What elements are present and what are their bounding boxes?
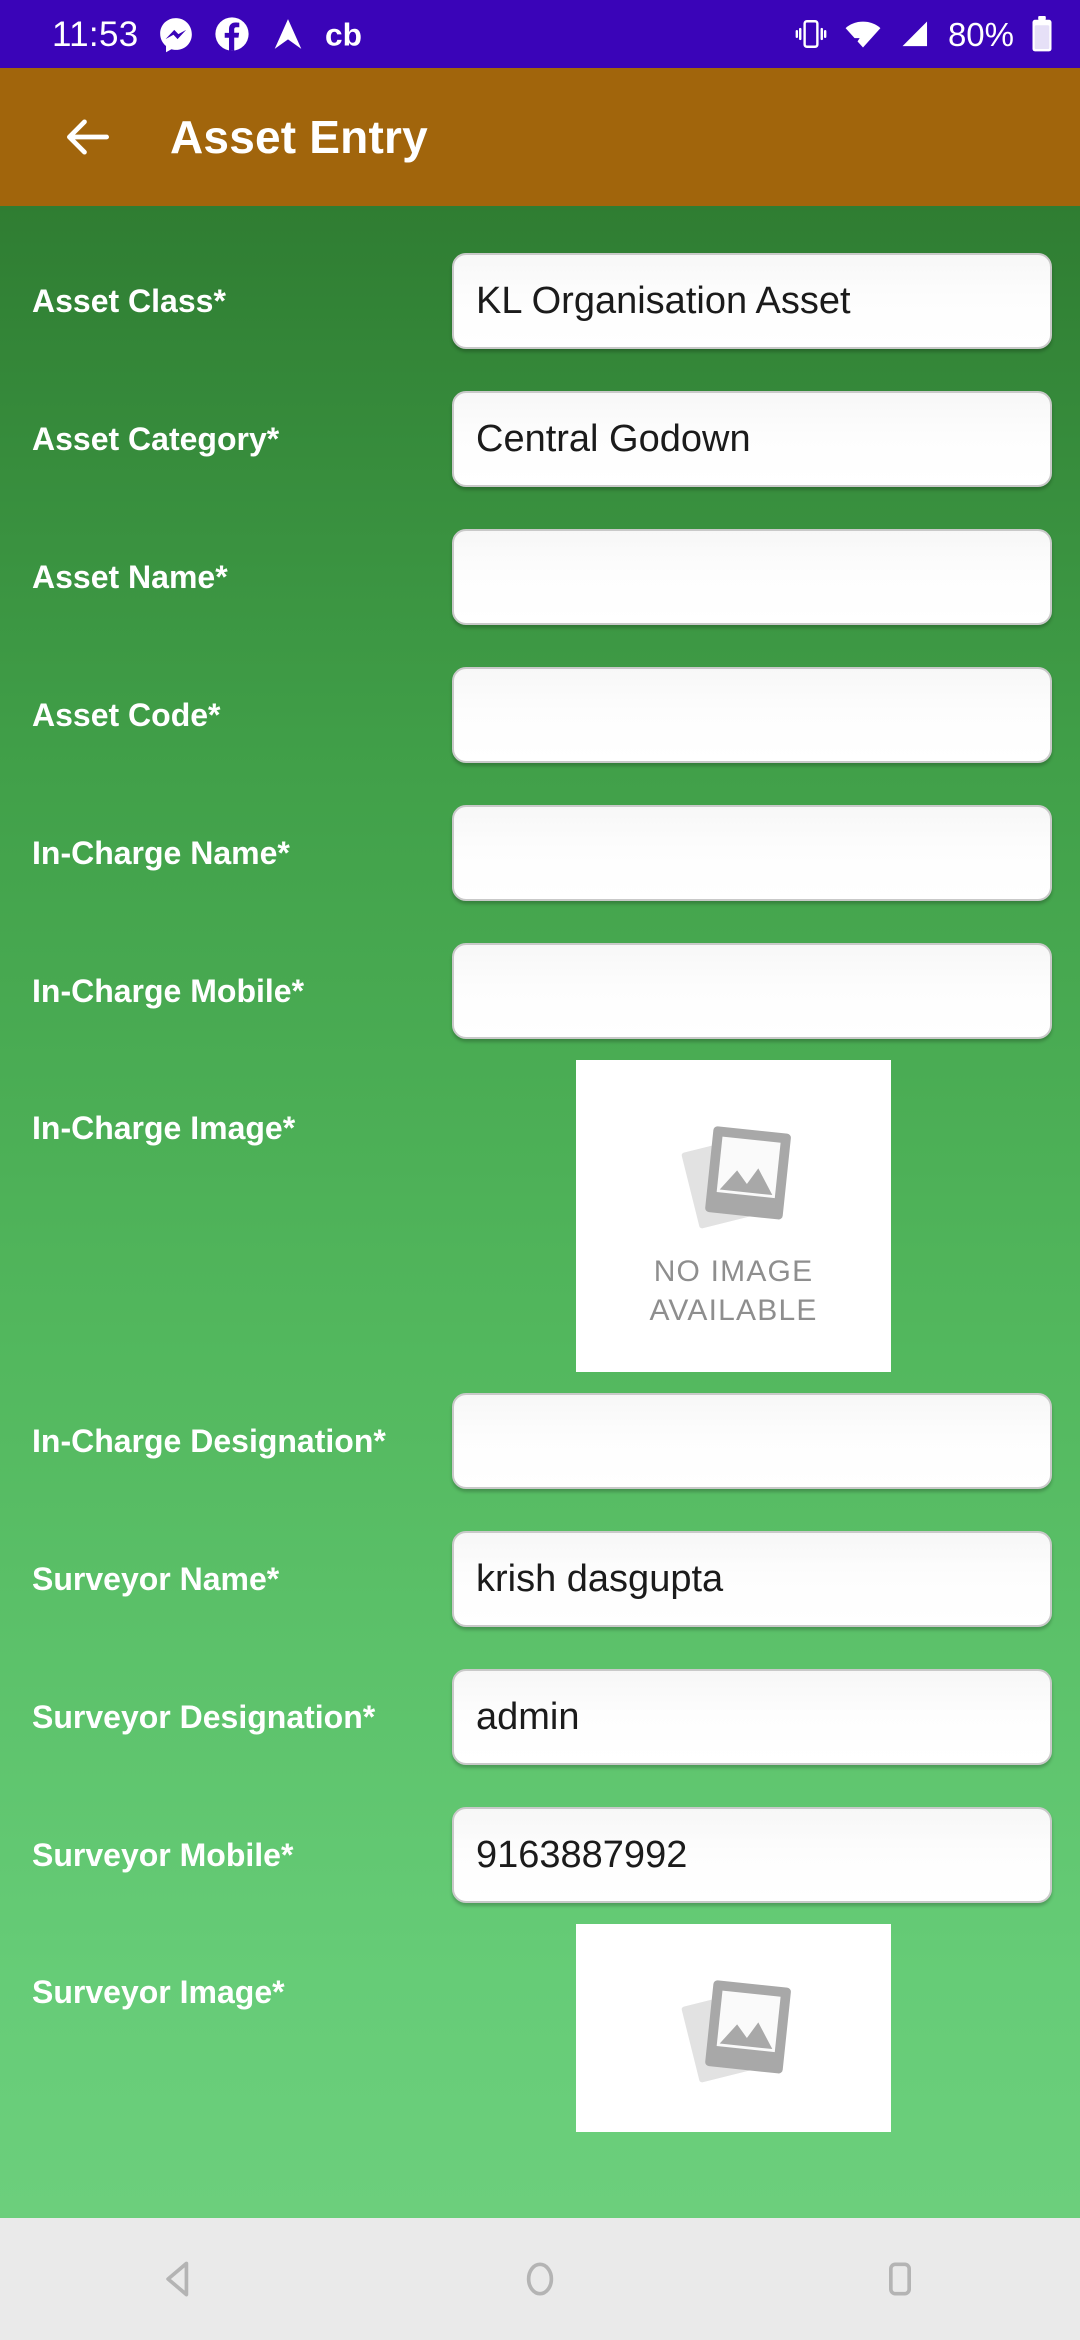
input-surveyor-designation[interactable]: admin xyxy=(452,1669,1052,1765)
field-row-asset-name: Asset Name* xyxy=(0,508,1080,646)
incharge-image-picker[interactable]: NO IMAGE AVAILABLE xyxy=(576,1060,891,1372)
back-triangle-icon xyxy=(166,2261,189,2297)
field-row-incharge-designation: In-Charge Designation* xyxy=(0,1372,1080,1510)
field-row-asset-category: Asset Category* Central Godown xyxy=(0,370,1080,508)
no-image-placeholder-icon xyxy=(681,1126,791,1229)
input-asset-name[interactable] xyxy=(452,529,1052,625)
label-incharge-designation: In-Charge Designation* xyxy=(32,1423,386,1459)
status-clock: 11:53 xyxy=(52,14,139,54)
status-bar: 11:53 cb 80% xyxy=(0,0,1080,68)
incharge-image-holder: NO IMAGE AVAILABLE xyxy=(452,1060,1052,1372)
svg-text:cb: cb xyxy=(325,17,362,53)
input-asset-code[interactable] xyxy=(452,667,1052,763)
field-row-asset-class: Asset Class* KL Organisation Asset xyxy=(0,232,1080,370)
input-incharge-mobile[interactable] xyxy=(452,943,1052,1039)
label-asset-category: Asset Category* xyxy=(32,420,280,457)
input-asset-class[interactable]: KL Organisation Asset xyxy=(452,253,1052,349)
battery-icon xyxy=(1032,15,1052,52)
surveyor-image-picker[interactable] xyxy=(576,1924,891,2132)
asset-entry-form: Asset Class* KL Organisation Asset Asset… xyxy=(0,206,1080,2218)
status-bar-left: 11:53 cb xyxy=(52,15,375,53)
wifi-icon xyxy=(845,21,881,48)
label-surveyor-designation: Surveyor Designation* xyxy=(32,1698,376,1735)
nav-recents-button[interactable] xyxy=(835,2218,965,2340)
no-image-line1: NO IMAGE xyxy=(653,1255,814,1288)
surveyor-image-holder xyxy=(452,1924,1052,2132)
no-image-text: NO IMAGE AVAILABLE xyxy=(649,1252,817,1330)
input-surveyor-name[interactable]: krish dasgupta xyxy=(452,1531,1052,1627)
home-circle-icon xyxy=(526,2262,554,2296)
field-row-incharge-name: In-Charge Name* xyxy=(0,784,1080,922)
no-image-placeholder-icon xyxy=(681,1980,791,2083)
field-row-surveyor-name: Surveyor Name* krish dasgupta xyxy=(0,1510,1080,1648)
app-bar: Asset Entry xyxy=(0,68,1080,206)
field-row-incharge-image: In-Charge Image* NO IMAGE AVAILABLE xyxy=(0,1060,1080,1372)
input-asset-category[interactable]: Central Godown xyxy=(452,391,1052,487)
field-row-surveyor-mobile: Surveyor Mobile* 9163887992 xyxy=(0,1786,1080,1924)
back-arrow-icon xyxy=(67,119,109,155)
field-row-incharge-mobile: In-Charge Mobile* xyxy=(0,922,1080,1060)
facebook-icon xyxy=(214,17,249,51)
input-surveyor-mobile[interactable]: 9163887992 xyxy=(452,1807,1052,1903)
label-incharge-image: In-Charge Image* xyxy=(32,1110,296,1146)
label-asset-code: Asset Code* xyxy=(32,696,221,733)
battery-percent-label: 80% xyxy=(947,15,1014,53)
cb-icon: cb xyxy=(325,17,362,53)
signal-icon xyxy=(902,21,927,47)
label-surveyor-image: Surveyor Image* xyxy=(32,1974,285,2010)
label-asset-class: Asset Class* xyxy=(32,282,226,319)
recents-square-icon xyxy=(889,2262,911,2296)
page-title: Asset Entry xyxy=(170,111,428,163)
nav-home-button[interactable] xyxy=(475,2218,605,2340)
label-incharge-name: In-Charge Name* xyxy=(32,834,290,871)
phone-screen: 11:53 cb 80% Asset Entry Asset Class* KL… xyxy=(0,0,1080,2340)
label-incharge-mobile: In-Charge Mobile* xyxy=(32,972,305,1009)
back-button[interactable] xyxy=(50,99,126,175)
label-asset-name: Asset Name* xyxy=(32,558,228,595)
field-row-asset-code: Asset Code* xyxy=(0,646,1080,784)
field-row-surveyor-designation: Surveyor Designation* admin xyxy=(0,1648,1080,1786)
label-surveyor-name: Surveyor Name* xyxy=(32,1560,280,1597)
navigation-arrow-icon xyxy=(274,19,301,49)
input-incharge-name[interactable] xyxy=(452,805,1052,901)
field-row-surveyor-image: Surveyor Image* xyxy=(0,1924,1080,2132)
no-image-line2: AVAILABLE xyxy=(649,1294,818,1327)
android-nav-bar xyxy=(0,2218,1080,2340)
messenger-icon xyxy=(159,18,192,53)
nav-back-button[interactable] xyxy=(115,2218,245,2340)
input-incharge-designation[interactable] xyxy=(452,1393,1052,1489)
label-surveyor-mobile: Surveyor Mobile* xyxy=(32,1836,294,1873)
status-bar-right: 80% xyxy=(794,15,1054,53)
vibrate-icon xyxy=(795,20,827,48)
